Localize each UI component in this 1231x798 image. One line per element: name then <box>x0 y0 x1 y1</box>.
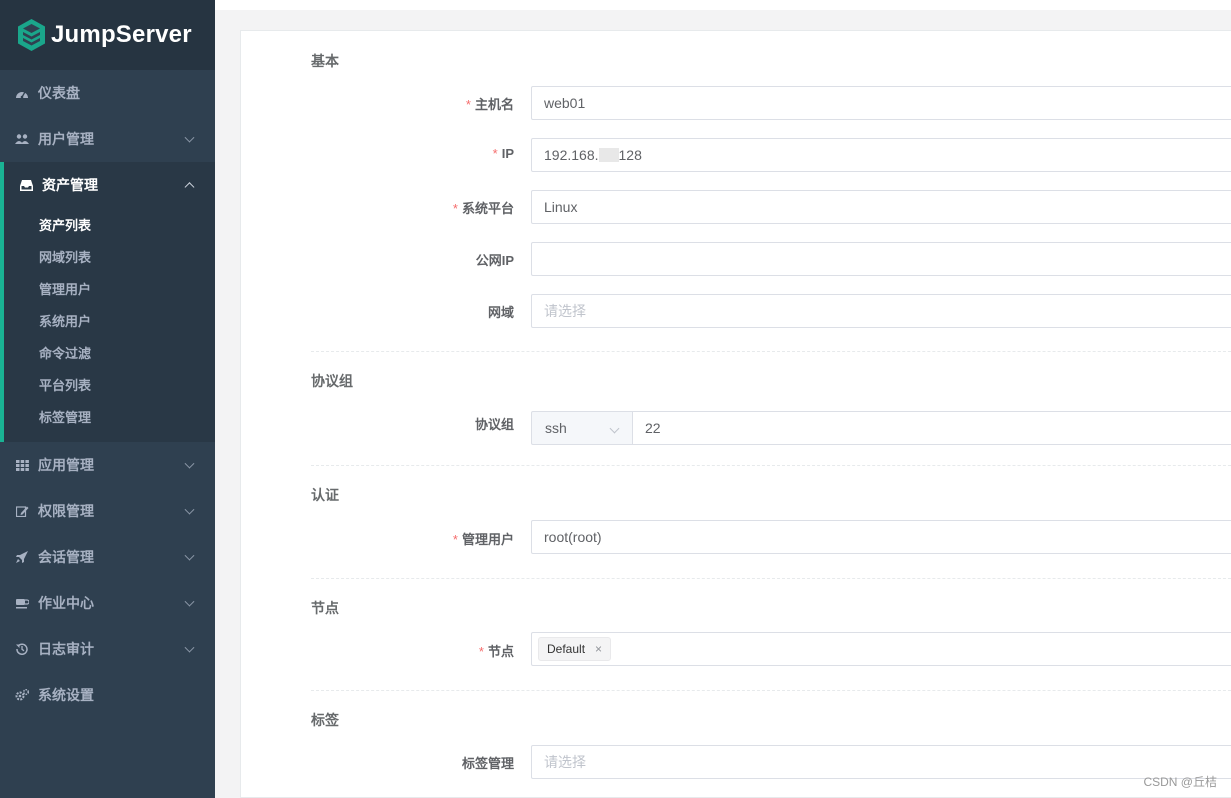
section-labels-title: 标签 <box>311 712 339 728</box>
nav-users[interactable]: 用户管理 <box>0 116 215 162</box>
watermark: CSDN @丘桔 <box>1143 775 1217 789</box>
nav-applications-label: 应用管理 <box>38 457 94 473</box>
close-icon[interactable]: × <box>595 642 602 656</box>
sidebar-item-label-manage[interactable]: 标签管理 <box>4 400 215 432</box>
chevron-down-icon <box>184 132 195 143</box>
dashboard-icon <box>15 86 29 100</box>
section-nodes-title: 节点 <box>311 600 339 616</box>
chevron-down-icon <box>184 504 195 515</box>
brand-header[interactable]: JumpServer <box>0 0 215 70</box>
rocket-icon <box>15 550 29 564</box>
redaction-mask <box>598 148 619 162</box>
chevron-down-icon <box>184 642 195 653</box>
nav-group-assets: 资产管理 资产列表 网域列表 管理用户 系统用户 命令过滤 平台列表 标签管理 <box>0 162 215 442</box>
hostname-label: * 主机名 <box>465 97 514 112</box>
nav-permissions[interactable]: 权限管理 <box>0 488 215 534</box>
section-divider <box>311 465 1231 466</box>
gears-icon <box>15 688 29 702</box>
admin-user-select[interactable]: root(root) <box>531 520 1231 554</box>
required-mark: * <box>452 201 458 216</box>
node-select[interactable]: Default × <box>531 632 1231 666</box>
sidebar-item-asset-list[interactable]: 资产列表 <box>4 208 215 240</box>
chevron-down-icon <box>184 550 195 561</box>
sidebar-item-command-filter[interactable]: 命令过滤 <box>4 336 215 368</box>
required-mark: * <box>492 146 498 161</box>
nav-permissions-label: 权限管理 <box>38 503 94 519</box>
nav-dashboard-label: 仪表盘 <box>38 85 80 101</box>
platform-select[interactable]: Linux <box>531 190 1231 224</box>
labels-select[interactable]: 请选择 <box>531 745 1231 779</box>
sidebar: JumpServer 仪表盘 用户管理 资产管理 资产列表 网域列表 管理用户 … <box>0 0 215 798</box>
section-auth-title: 认证 <box>311 487 339 503</box>
users-icon <box>15 132 29 146</box>
nav-audit-label: 日志审计 <box>38 641 94 657</box>
section-divider <box>311 578 1231 579</box>
platform-label: * 系统平台 <box>452 201 514 216</box>
node-tag: Default × <box>538 637 612 661</box>
sidebar-item-domain-list[interactable]: 网域列表 <box>4 240 215 272</box>
nav-applications[interactable]: 应用管理 <box>0 442 215 488</box>
section-divider <box>311 351 1231 352</box>
protocol-select[interactable]: ssh <box>531 411 633 445</box>
main-content: 基本 * 主机名 web01 * IP 192.168. 128 * 系统平台 Linu… <box>215 0 1231 798</box>
chevron-up-icon <box>184 182 195 193</box>
coffee-icon <box>15 596 29 610</box>
nav-assets-label: 资产管理 <box>42 177 98 193</box>
section-divider <box>311 690 1231 691</box>
sidebar-item-admin-users[interactable]: 管理用户 <box>4 272 215 304</box>
protocol-port-input[interactable]: 22 <box>632 411 1231 445</box>
labels-label: 标签管理 <box>461 756 514 771</box>
nav-jobs-label: 作业中心 <box>38 595 94 611</box>
asset-form-card: 基本 * 主机名 web01 * IP 192.168. 128 * 系统平台 Linu… <box>240 30 1231 798</box>
sidebar-item-platform-list[interactable]: 平台列表 <box>4 368 215 400</box>
nav-settings[interactable]: 系统设置 <box>0 672 215 718</box>
section-protocols-title: 协议组 <box>311 373 353 389</box>
nav-sessions[interactable]: 会话管理 <box>0 534 215 580</box>
ip-input[interactable]: 192.168. 128 <box>531 138 1231 172</box>
required-mark: * <box>452 532 458 547</box>
domain-select[interactable]: 请选择 <box>531 294 1231 328</box>
jumpserver-logo-icon <box>18 19 45 51</box>
node-label: * 节点 <box>478 644 514 659</box>
chevron-down-icon <box>609 423 620 434</box>
edit-icon <box>15 504 29 518</box>
nav-jobs[interactable]: 作业中心 <box>0 580 215 626</box>
ip-label: * IP <box>492 146 514 161</box>
history-icon <box>15 642 29 656</box>
brand-name: JumpServer <box>51 21 192 48</box>
top-strip <box>215 0 1231 10</box>
domain-label: 网域 <box>487 305 514 320</box>
nav-settings-label: 系统设置 <box>38 687 94 703</box>
inbox-icon <box>19 178 33 192</box>
chevron-down-icon <box>184 458 195 469</box>
public-ip-input[interactable] <box>531 242 1231 276</box>
section-basic-title: 基本 <box>311 53 339 69</box>
admin-user-label: * 管理用户 <box>452 532 514 547</box>
nav-assets[interactable]: 资产管理 <box>4 162 215 208</box>
required-mark: * <box>478 644 484 659</box>
sidebar-item-system-users[interactable]: 系统用户 <box>4 304 215 336</box>
hostname-input[interactable]: web01 <box>531 86 1231 120</box>
nav-users-label: 用户管理 <box>38 131 94 147</box>
nav-dashboard[interactable]: 仪表盘 <box>0 70 215 116</box>
protocol-label: 协议组 <box>474 417 514 432</box>
public-ip-label: 公网IP <box>475 253 514 268</box>
chevron-down-icon <box>184 596 195 607</box>
grid-icon <box>15 458 29 472</box>
nav-audit[interactable]: 日志审计 <box>0 626 215 672</box>
nav-sessions-label: 会话管理 <box>38 549 94 565</box>
required-mark: * <box>465 97 471 112</box>
